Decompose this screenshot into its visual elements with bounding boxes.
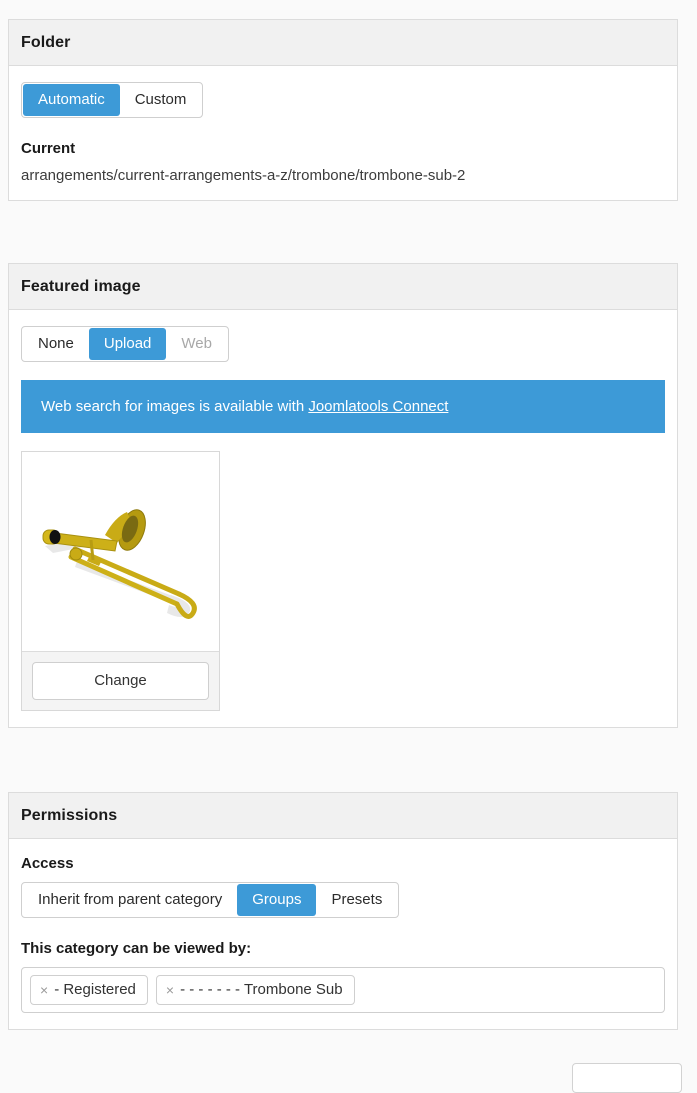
featured-image-source-option-none[interactable]: None: [23, 328, 89, 360]
tag-chip[interactable]: × - Registered: [30, 975, 148, 1005]
viewers-label: This category can be viewed by:: [21, 940, 252, 957]
permissions-panel-body: Access Inherit from parent category Grou…: [9, 839, 677, 1029]
web-search-info-banner: Web search for images is available with …: [21, 380, 665, 433]
featured-image-source-option-web: Web: [166, 328, 227, 360]
folder-panel-body: Automatic Custom Current arrangements/cu…: [9, 66, 677, 200]
featured-image-panel-title: Featured image: [9, 264, 677, 310]
featured-image-panel: Featured image None Upload Web Web searc…: [8, 263, 678, 728]
remove-tag-icon[interactable]: ×: [40, 983, 48, 997]
folder-mode-option-custom[interactable]: Custom: [120, 84, 202, 116]
joomlatools-connect-link[interactable]: Joomlatools Connect: [308, 398, 448, 415]
featured-image-thumbnail-footer: Change: [22, 652, 219, 710]
featured-image-source-option-upload[interactable]: Upload: [88, 328, 167, 360]
access-mode-toggle-group[interactable]: Inherit from parent category Groups Pres…: [21, 882, 400, 918]
trombone-icon: [42, 508, 197, 619]
folder-mode-option-automatic[interactable]: Automatic: [23, 84, 120, 116]
folder-panel: Folder Automatic Custom Current arrangem…: [8, 19, 678, 201]
current-folder-label: Current: [21, 140, 76, 157]
permissions-panel: Permissions Access Inherit from parent c…: [8, 792, 678, 1030]
current-folder-path: arrangements/current-arrangements-a-z/tr…: [21, 167, 466, 184]
access-label: Access: [21, 855, 74, 872]
featured-image-thumbnail-card: Change: [21, 451, 220, 711]
tag-chip-label: - Registered: [54, 981, 136, 998]
access-mode-option-groups[interactable]: Groups: [237, 884, 317, 916]
folder-mode-toggle-group[interactable]: Automatic Custom: [21, 82, 204, 118]
access-mode-option-presets[interactable]: Presets: [316, 884, 397, 916]
tag-chip-label: - - - - - - - Trombone Sub: [180, 981, 343, 998]
folder-panel-title: Folder: [9, 20, 677, 66]
change-image-button[interactable]: Change: [32, 662, 209, 700]
web-search-info-text: Web search for images is available with: [41, 398, 309, 415]
access-mode-option-inherit[interactable]: Inherit from parent category: [23, 884, 237, 916]
offscreen-button-stub[interactable]: [572, 1063, 682, 1093]
permissions-panel-title: Permissions: [9, 793, 677, 839]
featured-image-preview[interactable]: [22, 452, 219, 652]
remove-tag-icon[interactable]: ×: [166, 983, 174, 997]
featured-image-source-toggle-group[interactable]: None Upload Web: [21, 326, 229, 362]
viewer-groups-tag-input[interactable]: × - Registered × - - - - - - - Trombone …: [21, 967, 665, 1013]
tag-chip[interactable]: × - - - - - - - Trombone Sub: [155, 975, 355, 1005]
featured-image-panel-body: None Upload Web Web search for images is…: [9, 310, 677, 727]
